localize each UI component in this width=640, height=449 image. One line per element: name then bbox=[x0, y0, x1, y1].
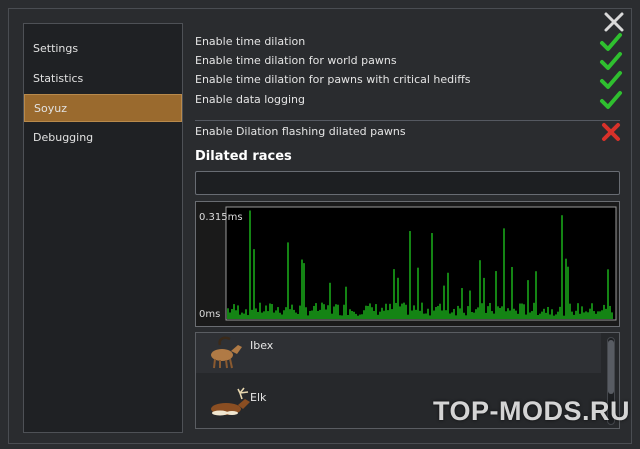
race-name: Ibex bbox=[250, 339, 274, 352]
graph-max-label: 0.315ms bbox=[199, 212, 243, 223]
mod-settings-window: Settings Statistics Soyuz Debugging Enab… bbox=[8, 8, 632, 444]
option-dilation-flashing[interactable]: Enable Dilation flashing dilated pawns bbox=[195, 123, 620, 141]
option-label: Enable data logging bbox=[195, 93, 305, 106]
elk-icon bbox=[211, 387, 250, 416]
sidebar: Settings Statistics Soyuz Debugging bbox=[23, 23, 183, 433]
sidebar-item-label: Statistics bbox=[33, 72, 84, 85]
option-label: Enable Dilation flashing dilated pawns bbox=[195, 125, 406, 138]
option-critical-hediffs[interactable]: Enable time dilation for pawns with crit… bbox=[195, 71, 622, 89]
performance-graph: 0.315ms 0ms bbox=[195, 201, 620, 327]
graph-plot-area bbox=[225, 206, 617, 321]
scroll-thumb[interactable] bbox=[608, 340, 614, 394]
sidebar-item-soyuz[interactable]: Soyuz bbox=[24, 94, 182, 122]
option-label: Enable time dilation for pawns with crit… bbox=[195, 73, 471, 86]
race-name: Elk bbox=[250, 391, 267, 404]
sidebar-item-statistics[interactable]: Statistics bbox=[24, 65, 182, 93]
cross-icon[interactable] bbox=[599, 120, 623, 144]
dilated-races-title: Dilated races bbox=[195, 149, 292, 164]
option-label: Enable time dilation bbox=[195, 35, 306, 48]
checkmark-icon[interactable] bbox=[599, 88, 623, 112]
sidebar-item-debugging[interactable]: Debugging bbox=[24, 124, 182, 152]
ibex-icon bbox=[211, 336, 242, 369]
sidebar-item-label: Debugging bbox=[33, 131, 94, 144]
option-world-pawns[interactable]: Enable time dilation for world pawns bbox=[195, 52, 622, 70]
graph-canvas: 0.315ms 0ms bbox=[199, 206, 617, 321]
sidebar-item-label: Soyuz bbox=[34, 102, 67, 115]
sidebar-item-label: Settings bbox=[33, 42, 79, 55]
graph-min-label: 0ms bbox=[199, 309, 220, 320]
race-search-input[interactable] bbox=[195, 171, 620, 195]
option-data-logging[interactable]: Enable data logging bbox=[195, 91, 622, 109]
divider bbox=[195, 120, 620, 121]
sidebar-item-settings[interactable]: Settings bbox=[24, 35, 182, 63]
list-item[interactable]: Ibex bbox=[196, 333, 601, 373]
option-label: Enable time dilation for world pawns bbox=[195, 54, 397, 67]
watermark: TOP-MODS.RU bbox=[432, 396, 630, 426]
option-time-dilation[interactable]: Enable time dilation bbox=[195, 33, 622, 51]
